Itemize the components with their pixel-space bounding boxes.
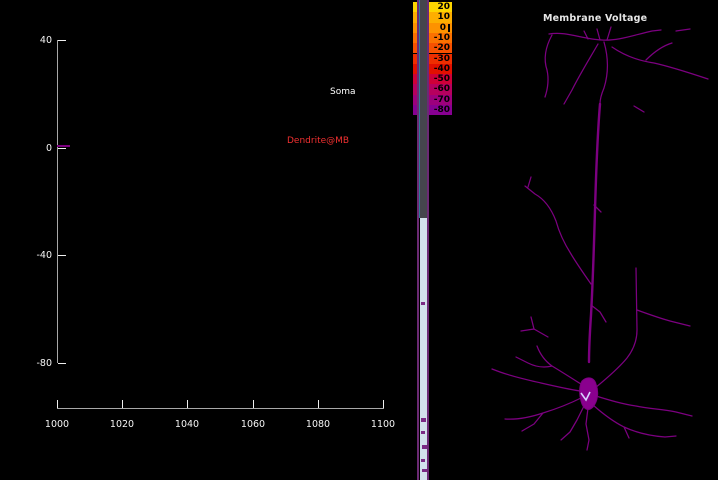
y-tick-label: 0 (45, 143, 52, 154)
voltage-graph-canvas[interactable]: 40 0 -40 -80 1000 1020 1040 1060 1080 1100 Soma … (0, 0, 413, 480)
color-scale-swatch (413, 32, 417, 44)
x-tick (122, 400, 123, 408)
color-scale-value: -40 (429, 63, 452, 75)
y-tick (58, 148, 66, 149)
sliver-mark (421, 445, 427, 449)
color-scale-value: -60 (429, 84, 452, 95)
color-scale-swatch (413, 63, 417, 75)
y-tick-label: 40 (39, 35, 52, 46)
color-scale-value: -70 (429, 94, 452, 105)
color-scale-swatch (413, 94, 417, 105)
x-tick-label: 1060 (240, 419, 266, 430)
color-scale-value: -80 (429, 105, 452, 116)
color-scale-value: -50 (429, 74, 452, 85)
color-scale-value: 0 (429, 22, 452, 33)
color-scale-value: 20 (429, 2, 452, 13)
sliver-mark (421, 302, 425, 305)
y-axis-line (57, 40, 58, 363)
color-scale-swatch (413, 43, 417, 54)
y-tick-label: -40 (36, 250, 52, 261)
color-scale-swatch (413, 53, 417, 64)
x-tick-label: 1040 (174, 419, 200, 430)
color-scale-swatch (413, 2, 417, 13)
color-scale-swatch (413, 12, 417, 23)
neuron-app-screen: 40 0 -40 -80 1000 1020 1040 1060 1080 1100 Soma … (0, 0, 718, 480)
x-tick-label: 1020 (109, 419, 135, 430)
sliver-mark (421, 418, 426, 422)
sliver-mark (421, 469, 427, 472)
shape-plot-canvas[interactable] (430, 0, 718, 480)
trace-start-segment (57, 145, 70, 147)
color-scale-swatch (413, 74, 417, 85)
shape-plot-title: Membrane Voltage (543, 13, 648, 24)
color-scale-swatch (413, 105, 417, 116)
sliver-mark (421, 459, 425, 462)
soma-trace-label[interactable]: Soma (330, 87, 356, 97)
color-scale-swatch (413, 22, 417, 33)
x-axis-line (57, 408, 384, 409)
x-tick (253, 400, 254, 408)
x-tick (187, 400, 188, 408)
sliver-mark (421, 431, 425, 434)
color-scale-caret (447, 23, 450, 33)
x-tick (57, 400, 58, 408)
sliver-upper-strip (419, 0, 427, 218)
y-tick (58, 40, 66, 41)
color-scale-value: 10 (429, 12, 452, 23)
y-tick-label: -80 (36, 358, 52, 369)
x-tick (383, 400, 384, 408)
color-scale-value: -30 (429, 53, 452, 64)
y-tick (58, 363, 66, 364)
x-tick-label: 1000 (44, 419, 70, 430)
x-tick (318, 400, 319, 408)
color-scale-value: -20 (429, 43, 452, 54)
y-tick (58, 255, 66, 256)
color-scale-value: -10 (429, 32, 452, 44)
dendrite-trace-label[interactable]: Dendrite@MB (287, 136, 349, 146)
x-tick-label: 1080 (305, 419, 331, 430)
color-scale-swatch (413, 84, 417, 95)
x-tick-label: 1100 (370, 419, 396, 430)
sliver-lower-strip (419, 218, 427, 480)
